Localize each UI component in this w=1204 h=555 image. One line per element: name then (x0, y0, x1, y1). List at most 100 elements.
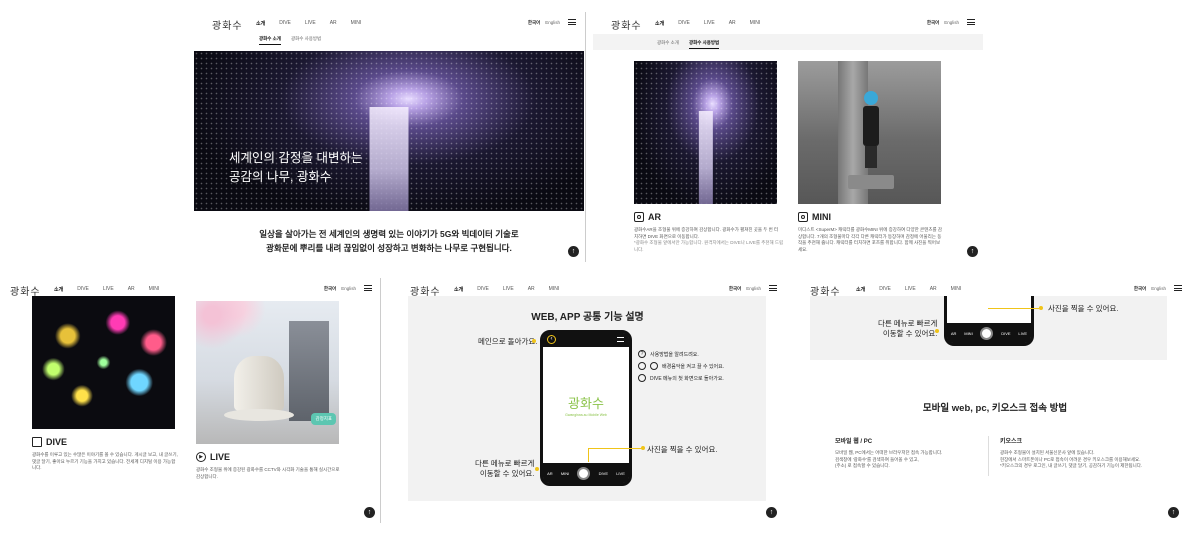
pedestal (848, 175, 894, 189)
scroll-top-button[interactable]: ↑ (1168, 507, 1179, 518)
nav-ar[interactable]: AR (128, 286, 135, 293)
live-emotion-badge[interactable]: 감정지표 (311, 413, 336, 425)
photo-callout-vertical (588, 448, 589, 462)
nav-intro[interactable]: 소개 (856, 286, 865, 293)
dock-mini[interactable]: MINI (561, 471, 569, 476)
menu-icon[interactable] (568, 19, 576, 25)
access-title: 모바일 web, pc, 키오스크 접속 방법 (922, 403, 1068, 414)
scroll-top-button[interactable]: ↑ (766, 507, 777, 518)
panel-common-features: 광화수 소개 DIVE LIVE AR MINI 한국어 English WEB… (400, 278, 785, 523)
dive-first-row: DIVE 메뉴의 첫 화면으로 돌아가요. (638, 374, 724, 382)
callout-other-menu: 다른 메뉴로 빠르게 이동할 수 있어요. (878, 319, 937, 339)
lang-en[interactable]: English (545, 20, 560, 26)
lang-ko[interactable]: 한국어 (324, 286, 336, 292)
subnav-howto[interactable]: 광화수 사용방법 (291, 36, 321, 45)
main-nav: 소개 DIVE LIVE AR MINI (655, 20, 760, 27)
phone-menu-icon[interactable] (617, 337, 624, 342)
nav-ar[interactable]: AR (930, 286, 937, 293)
nav-live[interactable]: LIVE (704, 20, 715, 27)
dock-ar[interactable]: AR (951, 331, 957, 336)
ar-image (634, 61, 777, 204)
lang-en[interactable]: English (1151, 286, 1166, 292)
language-switch: 한국어 English (927, 20, 959, 26)
menu-icon[interactable] (1174, 285, 1182, 291)
scroll-top-button[interactable]: ↑ (967, 246, 978, 257)
nav-mini[interactable]: MINI (149, 286, 160, 293)
dock-live[interactable]: LIVE (1018, 331, 1027, 336)
help-text: 사용방법을 알려드려요. (650, 351, 699, 358)
subnav-intro[interactable]: 광화수 소개 (259, 36, 281, 45)
subnav-intro[interactable]: 광화수 소개 (657, 40, 679, 49)
nav-ar[interactable]: AR (729, 20, 736, 27)
nav-live[interactable]: LIVE (503, 286, 514, 293)
dock-ar[interactable]: AR (547, 471, 553, 476)
main-nav: 소개 DIVE LIVE AR MINI (454, 286, 559, 293)
phone-mockup: ‹ 광화수 Gwanghwa-su Mobile Web AR MINI DIV… (540, 330, 632, 486)
phone-logo: 광화수 (568, 397, 604, 412)
nav-intro[interactable]: 소개 (454, 286, 463, 293)
lang-en[interactable]: English (746, 286, 761, 292)
nav-mini[interactable]: MINI (951, 286, 962, 293)
nav-intro[interactable]: 소개 (54, 286, 63, 293)
dock-dive[interactable]: DIVE (599, 471, 608, 476)
nav-ar[interactable]: AR (330, 20, 337, 27)
phone-dock: AR MINI DIVE LIVE (947, 323, 1031, 343)
language-switch: 한국어 English (729, 286, 761, 292)
nav-mini[interactable]: MINI (549, 286, 560, 293)
lang-en[interactable]: English (944, 20, 959, 26)
subnav-howto[interactable]: 광화수 사용방법 (688, 40, 720, 49)
lang-ko[interactable]: 한국어 (927, 20, 939, 26)
nav-live[interactable]: LIVE (905, 286, 916, 293)
hero-desc-line2: 광화문에 뿌리를 내려 끊임없이 성장하고 변화하는 나무로 구현됩니다. (266, 243, 512, 253)
nav-dive[interactable]: DIVE (477, 286, 489, 293)
panel-access: 광화수 소개 DIVE LIVE AR MINI 한국어 English AR … (800, 278, 1190, 523)
nav-live[interactable]: LIVE (305, 20, 316, 27)
nav-dive[interactable]: DIVE (279, 20, 291, 27)
logo[interactable]: 광화수 (212, 17, 243, 32)
menu-icon[interactable] (364, 285, 372, 291)
nav-mini[interactable]: MINI (750, 20, 761, 27)
shutter-button[interactable] (980, 326, 994, 340)
dive-icon (32, 437, 42, 447)
ar-feature: AR 광화수AR을 조형물 위에 증강하여 감상합니다. 광화수가 펼쳐진 곳을… (634, 212, 784, 253)
tree-trunk (369, 107, 409, 211)
callout-other-menu-line2: 이동할 수 있어요. (882, 329, 938, 338)
menu-icon[interactable] (967, 19, 975, 25)
nav-dive[interactable]: DIVE (77, 286, 89, 293)
lang-ko[interactable]: 한국어 (1134, 286, 1146, 292)
nav-ar[interactable]: AR (528, 286, 535, 293)
lang-en[interactable]: English (341, 286, 356, 292)
logo[interactable]: 광화수 (611, 17, 642, 32)
shutter-button[interactable] (577, 466, 591, 480)
back-icon[interactable]: ‹ (547, 335, 556, 344)
scroll-top-button[interactable]: ↑ (364, 507, 375, 518)
nav-dive[interactable]: DIVE (879, 286, 891, 293)
nav-intro[interactable]: 소개 (256, 20, 265, 27)
menu-icon[interactable] (769, 285, 777, 291)
dive-image (32, 296, 175, 429)
lang-ko[interactable]: 한국어 (528, 20, 540, 26)
live-feature: ▶ LIVE 광화수 조형물 위에 증강된 광화수를 CCTV와 시각화 기술을… (196, 452, 346, 480)
mobile-title: 모바일 웹 / PC (835, 439, 873, 445)
nav-mini[interactable]: MINI (351, 20, 362, 27)
scroll-top-button[interactable]: ↑ (568, 246, 579, 257)
nav-live[interactable]: LIVE (103, 286, 114, 293)
nav-intro[interactable]: 소개 (655, 20, 664, 27)
bgm-text: 배경음악을 켜고 끌 수 있어요. (662, 363, 725, 370)
hero-description: 일상을 살아가는 전 세계인의 생명력 있는 이야기가 5G와 빅데이터 기술로… (194, 227, 584, 255)
dock-dive[interactable]: DIVE (1001, 331, 1010, 336)
mini-feature: MINI 미디스트 <SuperM> 캐릭터를 광화수MINI 위에 증강하여 … (798, 212, 948, 253)
callout-dot (641, 446, 645, 450)
callout-other-menu-line1: 다른 메뉴로 빠르게 (475, 459, 535, 468)
dock-live[interactable]: LIVE (616, 471, 625, 476)
dive-desc-line3: 니다. (32, 465, 42, 470)
callout-dot (1039, 306, 1043, 310)
phone-tagline: Gwanghwa-su Mobile Web (565, 413, 607, 417)
mini-title: MINI (812, 212, 831, 222)
main-nav: 소개 DIVE LIVE AR MINI (256, 20, 361, 27)
callout-dot (532, 339, 536, 343)
kiosk-title: 키오스크 (1000, 439, 1023, 445)
nav-dive[interactable]: DIVE (678, 20, 690, 27)
lang-ko[interactable]: 한국어 (729, 286, 741, 292)
dock-mini[interactable]: MINI (964, 331, 972, 336)
